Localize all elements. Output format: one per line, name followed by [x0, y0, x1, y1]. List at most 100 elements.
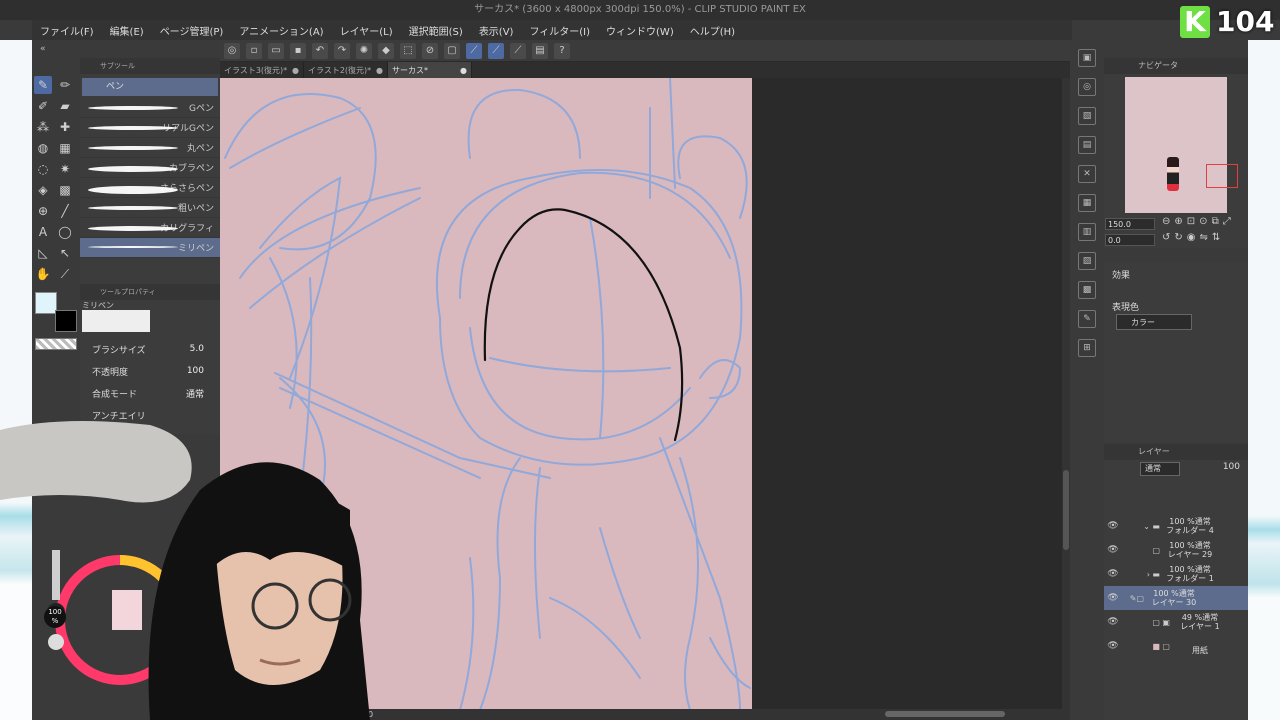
- brush-sarasara-pen[interactable]: さらさらペン: [80, 178, 220, 198]
- main-color-swatch[interactable]: [35, 292, 57, 314]
- layer-property-icon[interactable]: ▧: [1078, 107, 1096, 125]
- help-icon[interactable]: ?: [554, 42, 570, 59]
- material-icon[interactable]: ▣: [1078, 49, 1096, 67]
- layer-29[interactable]: 👁 ▢ 100 %通常 レイヤー 29: [1104, 538, 1248, 562]
- snap-special-ruler-icon[interactable]: ⟋: [488, 42, 504, 59]
- close-icon[interactable]: ●: [460, 66, 467, 75]
- brush-kabura-pen[interactable]: カブラペン: [80, 158, 220, 178]
- flip-icon[interactable]: ⧉: [1212, 216, 1219, 227]
- tab-illust2[interactable]: イラスト2(復元)* ●: [304, 62, 388, 78]
- zoom-in-icon[interactable]: ⊕: [1174, 216, 1182, 227]
- layer-folder-1[interactable]: 👁 › ▬ 100 %通常 フォルダー 1: [1104, 562, 1248, 586]
- close-icon[interactable]: ✕: [1078, 165, 1096, 183]
- layer-folder-4[interactable]: 👁 ⌄ ▬ 100 %通常 フォルダー 4: [1104, 514, 1248, 538]
- auto-select-tool-icon[interactable]: ✷: [56, 160, 74, 178]
- fill-tool-icon[interactable]: ◍: [34, 139, 52, 157]
- menu-file[interactable]: ファイル(F): [32, 23, 102, 38]
- zoom-out-icon[interactable]: ⊖: [1162, 216, 1170, 227]
- snap-ruler-icon[interactable]: ⟋: [466, 42, 482, 59]
- rotate-left-icon[interactable]: ↺: [1162, 232, 1170, 243]
- flip-vertical-icon[interactable]: ⇅: [1212, 232, 1220, 243]
- eye-icon[interactable]: 👁: [1106, 569, 1120, 579]
- blend-tool-icon[interactable]: ✚: [56, 118, 74, 136]
- new-file-icon[interactable]: ▫: [246, 42, 262, 59]
- subtool-group-pen[interactable]: ペン: [82, 78, 218, 96]
- loading-icon[interactable]: ✺: [356, 42, 372, 59]
- zoom-value[interactable]: 150.0: [1105, 218, 1155, 230]
- rotate-right-icon[interactable]: ↻: [1174, 232, 1182, 243]
- brush-g-pen[interactable]: Gペン: [80, 98, 220, 118]
- eye-icon[interactable]: 👁: [1106, 593, 1120, 603]
- gradient-tool-icon[interactable]: ▩: [56, 181, 74, 199]
- edit-icon[interactable]: ✎: [1078, 310, 1096, 328]
- layer-paper[interactable]: 👁 ■ ▢ 用紙: [1104, 634, 1248, 658]
- menu-help[interactable]: ヘルプ(H): [682, 23, 743, 38]
- history-icon[interactable]: ▥: [1078, 223, 1096, 241]
- collapse-icon[interactable]: «: [40, 44, 46, 54]
- document-icon[interactable]: ▤: [532, 42, 548, 59]
- reset-rotate-icon[interactable]: ◉: [1187, 232, 1196, 243]
- brush-size-row[interactable]: ブラシサイズ 5.0: [80, 338, 220, 360]
- folder-icon[interactable]: ▩: [1078, 281, 1096, 299]
- menu-filter[interactable]: フィルター(I): [521, 23, 598, 38]
- flip-horizontal-icon[interactable]: ⇋: [1200, 232, 1208, 243]
- lasso-tool-icon[interactable]: ◌: [34, 160, 52, 178]
- camera-icon[interactable]: ▤: [1078, 136, 1096, 154]
- layer-30[interactable]: 👁 ✎▢ 100 %通常 レイヤー 30: [1104, 586, 1248, 610]
- menu-view[interactable]: 表示(V): [471, 23, 522, 38]
- menu-animation[interactable]: アニメーション(A): [231, 23, 331, 38]
- menu-page[interactable]: ページ管理(P): [152, 23, 232, 38]
- eye-icon[interactable]: 👁: [1106, 545, 1120, 555]
- blend-mode-select[interactable]: 通常: [186, 387, 204, 400]
- brush-rough-pen[interactable]: 粗いペン: [80, 198, 220, 218]
- brush-calligraphy[interactable]: カリグラフィ: [80, 218, 220, 238]
- redo-icon[interactable]: ↷: [334, 42, 350, 59]
- brush-milli-pen[interactable]: ミリペン: [80, 238, 220, 258]
- clear-icon[interactable]: ⊘: [422, 42, 438, 59]
- brush-size-value[interactable]: 5.0: [190, 344, 204, 354]
- actual-size-icon[interactable]: ⊙: [1199, 216, 1207, 227]
- layer-blend-select[interactable]: 通常: [1140, 462, 1180, 476]
- ruler-tool-icon[interactable]: ╱: [56, 202, 74, 220]
- opacity-row[interactable]: 不透明度 100: [80, 360, 220, 382]
- brush-round-pen[interactable]: 丸ペン: [80, 138, 220, 158]
- search-icon[interactable]: ◎: [1078, 78, 1096, 96]
- fullscreen-icon[interactable]: ⤢: [1223, 216, 1231, 227]
- brush-real-g-pen[interactable]: リアルGペン: [80, 118, 220, 138]
- eye-icon[interactable]: 👁: [1106, 617, 1120, 627]
- undo-icon[interactable]: ↶: [312, 42, 328, 59]
- export-icon[interactable]: ▨: [1078, 252, 1096, 270]
- tab-circus[interactable]: サーカス* ●: [388, 62, 472, 78]
- figure-tool-icon[interactable]: ◺: [34, 244, 52, 262]
- close-icon[interactable]: ●: [376, 66, 383, 75]
- layer-1[interactable]: 👁 ▢ ▣ 49 %通常 レイヤー 1: [1104, 610, 1248, 634]
- tab-illust3[interactable]: イラスト3(復元)* ●: [220, 62, 304, 78]
- snap-grid-icon[interactable]: ⟋: [510, 42, 526, 59]
- horizontal-scroll-thumb[interactable]: [885, 711, 1005, 717]
- eyedropper-tool-icon[interactable]: ⟋: [56, 265, 74, 283]
- menu-layer[interactable]: レイヤー(L): [332, 23, 401, 38]
- eye-icon[interactable]: 👁: [1106, 641, 1120, 651]
- transparent-color-swatch[interactable]: [35, 338, 77, 350]
- fill-icon[interactable]: ◆: [378, 42, 394, 59]
- sub-color-swatch[interactable]: [55, 310, 77, 332]
- grid-icon[interactable]: ▦: [1078, 194, 1096, 212]
- eye-icon[interactable]: 👁: [1106, 521, 1120, 531]
- decoration-tool-icon[interactable]: ⁂: [34, 118, 52, 136]
- object-tool-icon[interactable]: ⊕: [34, 202, 52, 220]
- layer-opacity-value[interactable]: 100: [1223, 462, 1240, 472]
- hand-tool-icon[interactable]: ✋: [34, 265, 52, 283]
- pen-tool-icon[interactable]: ✎: [34, 76, 52, 94]
- home-icon[interactable]: ◎: [224, 42, 240, 59]
- blend-mode-row[interactable]: 合成モード 通常: [80, 382, 220, 404]
- bucket-tool-icon[interactable]: ◈: [34, 181, 52, 199]
- color-mode-select[interactable]: カラー: [1116, 314, 1192, 330]
- text-tool-icon[interactable]: A: [34, 223, 52, 241]
- vertical-scrollbar[interactable]: [1062, 78, 1070, 710]
- brush-tool-icon[interactable]: ✐: [34, 97, 52, 115]
- eraser-tool-icon[interactable]: ▰: [56, 97, 74, 115]
- rotation-value[interactable]: 0.0: [1105, 234, 1155, 246]
- vertical-scroll-thumb[interactable]: [1063, 470, 1069, 550]
- balloon-tool-icon[interactable]: ◯: [56, 223, 74, 241]
- transform-icon[interactable]: ⬚: [400, 42, 416, 59]
